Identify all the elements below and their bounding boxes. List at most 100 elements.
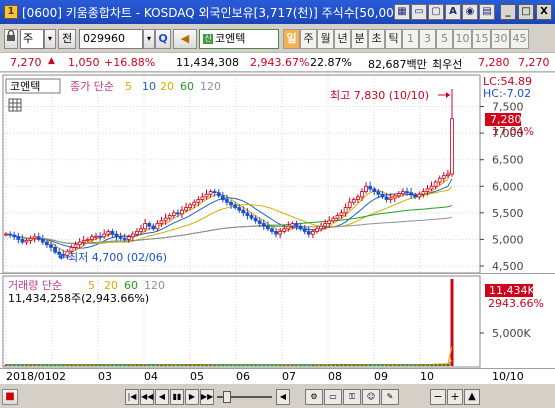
- zoom-slider[interactable]: [217, 390, 272, 404]
- search-icon[interactable]: Q: [155, 29, 171, 49]
- period-tab-13[interactable]: 45: [510, 29, 529, 49]
- lock-scroll-icon[interactable]: ⚙: [305, 389, 323, 405]
- zoom-slider-thumb[interactable]: [223, 391, 231, 403]
- lock-icon[interactable]: [4, 29, 18, 49]
- candle-body-48: [200, 196, 205, 200]
- volume-label: 거래량 단순: [8, 279, 62, 292]
- period-tab-10[interactable]: 10: [453, 29, 472, 49]
- chevron-down-icon[interactable]: ▾: [44, 29, 56, 49]
- candle-body-7: [32, 236, 37, 239]
- hc-value: HC:-7.02: [483, 87, 531, 100]
- table-icon[interactable]: [8, 98, 22, 112]
- chart-type-value: 주: [23, 32, 34, 45]
- vol-ma-20-label: 20: [104, 279, 118, 292]
- candle-body-19: [81, 240, 86, 243]
- candle-body-103: [425, 188, 430, 192]
- alert-icon[interactable]: A: [445, 4, 461, 20]
- period-tab-7[interactable]: 1: [402, 29, 419, 49]
- candle-body-63: [261, 223, 266, 227]
- speaker-icon[interactable]: ◀: [173, 29, 197, 49]
- candle-body-66: [274, 231, 278, 235]
- chart-icon[interactable]: ⚿: [343, 389, 361, 405]
- candle-body-24: [102, 233, 107, 238]
- settings-icon[interactable]: ▭: [324, 389, 342, 405]
- candle-body-11: [49, 244, 53, 248]
- period-tab-9[interactable]: 5: [436, 29, 453, 49]
- tile-icon[interactable]: ▢: [428, 4, 444, 20]
- candle-body-73: [302, 228, 307, 232]
- prev-page-icon[interactable]: ◀◀: [140, 389, 154, 405]
- stop-icon[interactable]: ■: [2, 389, 18, 405]
- period-tab-1[interactable]: 주: [300, 29, 317, 49]
- y-tick-label-4: 5,500: [492, 207, 524, 220]
- period-tabs: 일 주 월 년 분 초 틱 1 3 5 10 15 30 45: [283, 29, 529, 49]
- candle-body-27: [114, 233, 119, 238]
- pause-icon[interactable]: ▮▮: [170, 389, 184, 405]
- stock-name-field[interactable]: 신 코엔텍: [199, 29, 279, 49]
- note-icon[interactable]: ✎: [381, 389, 399, 405]
- candle-body-6: [28, 237, 33, 241]
- zoom-plus-button[interactable]: +: [447, 389, 463, 405]
- candle-body-69: [286, 225, 291, 230]
- page-icon[interactable]: ▤: [479, 4, 495, 20]
- play-icon[interactable]: ▶: [185, 389, 199, 405]
- candle-body-38: [159, 220, 164, 224]
- period-tab-3[interactable]: 년: [334, 29, 351, 49]
- minimize-button[interactable]: _: [500, 4, 516, 20]
- zoom-minus-button[interactable]: −: [430, 389, 446, 405]
- candle-body-84: [347, 201, 352, 208]
- candle-body-97: [400, 191, 405, 195]
- chart-type-select[interactable]: 주: [20, 29, 44, 49]
- period-tab-4[interactable]: 분: [351, 29, 368, 49]
- candle-body-53: [220, 195, 225, 200]
- chart-area[interactable]: 7,500 7,000 6,500 6,000 5,500 5,000 4,500 2018…: [0, 73, 555, 384]
- candle-body-93: [384, 196, 389, 200]
- prev-button[interactable]: 전: [58, 29, 76, 49]
- ma-120-label: 120: [200, 80, 221, 93]
- candle-body-92: [380, 193, 385, 198]
- stock-code-input[interactable]: 029960: [79, 29, 143, 49]
- candle-body-1: [8, 233, 12, 236]
- zoom-out-icon[interactable]: ◀: [276, 389, 290, 405]
- ma-5-label: 5: [125, 80, 132, 93]
- candle-body-100: [413, 194, 418, 198]
- up-arrow-button[interactable]: ▲: [464, 389, 480, 405]
- candle-body-75: [310, 231, 315, 235]
- period-tab-2[interactable]: 월: [317, 29, 334, 49]
- window-controls: _ □ X: [500, 4, 552, 20]
- close-button[interactable]: X: [536, 4, 552, 20]
- candle-body-30: [126, 236, 131, 240]
- candle-body-4: [20, 239, 25, 243]
- user-icon[interactable]: ☺: [362, 389, 380, 405]
- price-change-pct: +16.88%: [104, 56, 156, 69]
- app-icon[interactable]: 1: [4, 5, 18, 19]
- candle-body-102: [421, 191, 426, 195]
- maximize-button[interactable]: □: [518, 4, 534, 20]
- candle-body-18: [77, 241, 82, 246]
- period-tab-5[interactable]: 초: [368, 29, 385, 49]
- x-label-7: 08: [328, 370, 342, 383]
- high-annotation: 최고 7,830 (10/10): [330, 89, 429, 102]
- period-tab-11[interactable]: 15: [472, 29, 491, 49]
- first-icon[interactable]: |◀: [125, 389, 139, 405]
- code-dropdown-icon[interactable]: ▾: [143, 29, 155, 49]
- period-tab-8[interactable]: 3: [419, 29, 436, 49]
- candle-body-108: [446, 173, 450, 177]
- candle-body-43: [180, 209, 184, 215]
- volume-tag: 11,434K: [489, 284, 535, 297]
- candle-body-106: [437, 177, 442, 183]
- prev-icon[interactable]: ◀: [155, 389, 169, 405]
- candlestick-chart[interactable]: 7,5007,0006,5006,0005,5005,0004,500 2018…: [0, 73, 555, 384]
- period-tab-6[interactable]: 틱: [385, 29, 402, 49]
- candle-body-87: [360, 191, 364, 198]
- window-icon[interactable]: ▭: [411, 4, 427, 20]
- period-tab-0[interactable]: 일: [283, 29, 300, 49]
- grid-icon[interactable]: ▦: [394, 4, 410, 20]
- candle-body-23: [98, 235, 103, 238]
- candle-body-86: [355, 196, 360, 200]
- title-toolbar: ▦ ▭ ▢ A ◉ ▤: [394, 4, 495, 20]
- camera-icon[interactable]: ◉: [462, 4, 478, 20]
- next-icon[interactable]: ▶▶: [200, 389, 214, 405]
- candle-body-54: [225, 199, 229, 203]
- period-tab-12[interactable]: 30: [491, 29, 510, 49]
